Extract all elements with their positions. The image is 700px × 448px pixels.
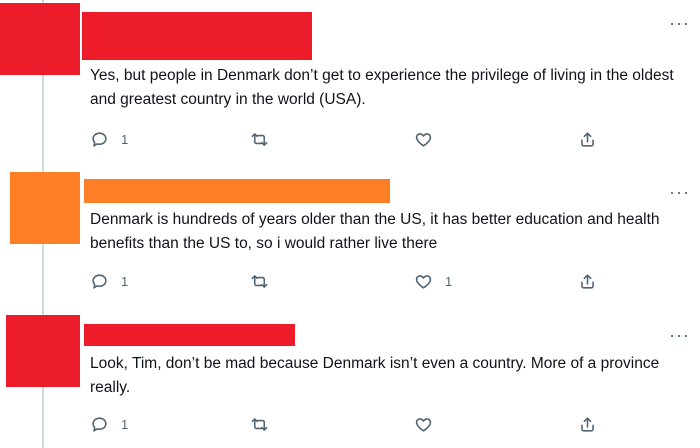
share-button[interactable] (578, 415, 597, 434)
reply-bubble-icon (92, 274, 107, 289)
retweet-icon (251, 133, 268, 146)
reply-bubble-icon (92, 417, 107, 432)
tweet-2[interactable]: ··· Denmark is hundreds of years older t… (0, 160, 700, 310)
tweet-actions: 1 (90, 130, 610, 154)
more-options-icon[interactable]: ··· (669, 326, 690, 344)
like-button[interactable]: 1 (414, 272, 452, 291)
like-count: 1 (445, 274, 453, 289)
share-icon (581, 417, 594, 432)
tweet-text: Yes, but people in Denmark don’t get to … (90, 67, 674, 108)
retweet-icon (251, 418, 268, 431)
reply-button[interactable]: 1 (90, 130, 128, 149)
heart-icon (415, 418, 432, 432)
share-icon (581, 132, 594, 147)
tweet-actions: 1 (90, 415, 610, 439)
retweet-button[interactable] (250, 272, 281, 291)
retweet-button[interactable] (250, 415, 281, 434)
username-redacted[interactable] (84, 324, 295, 346)
tweet-1[interactable]: ··· Yes, but people in Denmark don’t get… (0, 0, 700, 160)
share-button[interactable] (578, 272, 597, 291)
share-icon (581, 274, 594, 289)
username-redacted[interactable] (82, 12, 312, 60)
like-button[interactable] (414, 415, 445, 434)
reply-count: 1 (121, 417, 129, 432)
tweet-text: Look, Tim, don’t be mad because Denmark … (90, 355, 660, 396)
share-button[interactable] (578, 130, 597, 149)
heart-icon (415, 133, 432, 147)
tweet-3[interactable]: ··· Look, Tim, don’t be mad because Denm… (0, 310, 700, 448)
reply-button[interactable]: 1 (90, 272, 128, 291)
reply-button[interactable]: 1 (90, 415, 128, 434)
retweet-icon (251, 275, 268, 288)
more-options-icon[interactable]: ··· (669, 14, 690, 32)
avatar-redacted[interactable] (0, 3, 80, 75)
more-options-icon[interactable]: ··· (669, 183, 690, 201)
avatar-redacted[interactable] (10, 172, 80, 244)
heart-icon (415, 275, 432, 289)
like-button[interactable] (414, 130, 445, 149)
tweet-text: Denmark is hundreds of years older than … (90, 211, 660, 252)
reply-count: 1 (121, 132, 129, 147)
reply-count: 1 (121, 274, 129, 289)
reply-bubble-icon (92, 132, 107, 147)
retweet-button[interactable] (250, 130, 281, 149)
username-redacted[interactable] (84, 179, 390, 203)
tweet-actions: 1 1 (90, 272, 610, 296)
avatar-redacted[interactable] (6, 315, 80, 387)
